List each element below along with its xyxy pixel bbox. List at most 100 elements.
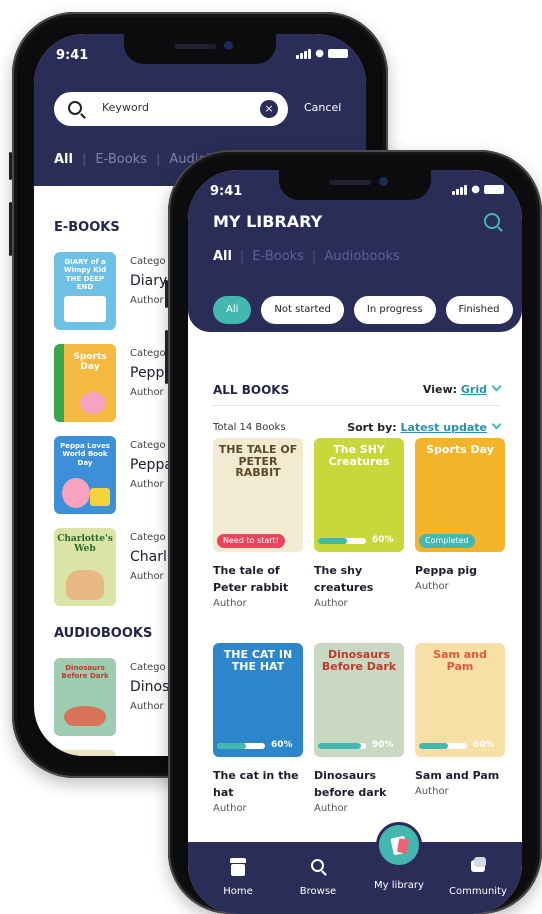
cover-title: THE CAT IN THE HAT bbox=[223, 648, 293, 673]
ebooks-heading: E-BOOKS bbox=[54, 220, 120, 235]
library-tabs: All | E-Books | Audiobooks bbox=[213, 249, 400, 264]
cover-title: DIARY of a Wimpy Kid THE DEEP END bbox=[63, 258, 107, 292]
phone-library-screen: 9:41 ● MY LIBRARY All | E-Books | Audiobooks… bbox=[165, 150, 542, 914]
book-author: Author bbox=[314, 803, 348, 815]
progress-bar: 60% bbox=[419, 740, 501, 752]
cover-title: Sam and Pam bbox=[433, 648, 487, 673]
cover-title: Dinosaurs Before Dark bbox=[61, 664, 109, 681]
cover-title: Charlotte's Web bbox=[57, 534, 113, 554]
page-title: MY LIBRARY bbox=[213, 212, 323, 231]
book-cover: Dinosaurs Before Dark bbox=[54, 658, 116, 736]
chip-all[interactable]: All bbox=[213, 296, 252, 324]
progress-fill bbox=[318, 743, 361, 749]
chip-in-progress[interactable]: In progress bbox=[353, 296, 436, 324]
book-title: Dinosaurs before dark bbox=[314, 769, 387, 800]
nav-browse[interactable]: Browse bbox=[283, 856, 353, 897]
book-cover: DIARY of a Wimpy Kid THE DEEP END bbox=[54, 252, 116, 330]
tab-all[interactable]: All bbox=[54, 152, 73, 167]
search-input[interactable]: Keyword × bbox=[54, 92, 288, 126]
book-cover: Peppa Loves World Book Day bbox=[54, 436, 116, 514]
tab-ebooks[interactable]: E-Books bbox=[95, 152, 147, 167]
cover-title: Sports Day bbox=[426, 443, 494, 456]
tab-audiobooks[interactable]: Audiobooks bbox=[324, 249, 399, 264]
nav-home-label: Home bbox=[223, 886, 253, 897]
status-icons: ● bbox=[452, 184, 504, 195]
book-card[interactable]: THE CAT IN THE HAT 60% The cat in the hat A… bbox=[213, 643, 305, 814]
battery-icon bbox=[484, 185, 504, 194]
search-icon bbox=[68, 101, 82, 115]
notch bbox=[124, 34, 276, 64]
library-screen: 9:41 ● MY LIBRARY All | E-Books | Audiobooks… bbox=[188, 170, 522, 914]
nav-community-label: Community bbox=[449, 886, 507, 897]
book-card[interactable]: The SHY Creatures 60% The shy creatures Aut… bbox=[314, 438, 406, 609]
progress-bar: 60% bbox=[318, 535, 400, 547]
progress-label: 60% bbox=[271, 740, 293, 750]
filter-chips: All Not started In progress Finished bbox=[213, 296, 513, 324]
nav-community[interactable]: Community bbox=[443, 856, 513, 897]
clear-icon[interactable]: × bbox=[260, 100, 278, 118]
view-value[interactable]: Grid bbox=[461, 383, 487, 396]
progress-fill bbox=[217, 743, 246, 749]
book-author: Author bbox=[415, 786, 449, 798]
tab-ebooks[interactable]: E-Books bbox=[252, 249, 304, 264]
book-title: Peppa pig bbox=[415, 564, 478, 577]
book-title: The tale of Peter rabbit bbox=[213, 564, 289, 595]
divider bbox=[213, 405, 500, 406]
book-cover: Charlotte's Web bbox=[54, 528, 116, 606]
wifi-icon: ● bbox=[471, 184, 480, 195]
chevron-down-icon bbox=[491, 419, 502, 430]
all-books-heading: ALL BOOKS bbox=[213, 383, 290, 397]
chip-not-started[interactable]: Not started bbox=[261, 296, 344, 324]
progress-bar: 60% bbox=[217, 740, 299, 752]
status-badge: Completed bbox=[419, 534, 475, 548]
search-icon bbox=[283, 856, 353, 878]
status-badge: Need to start! bbox=[217, 534, 285, 548]
book-cover: The SHY Creatures 60% bbox=[314, 438, 404, 552]
bottom-nav: Home Browse My library Community bbox=[188, 822, 522, 914]
progress-fill bbox=[318, 538, 347, 544]
cover-title: Sports Day bbox=[73, 352, 107, 372]
cover-title: The SHY Creatures bbox=[328, 443, 390, 468]
book-cover: THE TALE OF PETER RABBIT Need to start! bbox=[213, 438, 303, 552]
book-author: Author bbox=[213, 803, 247, 815]
book-cover: Sam and Pam 60% bbox=[415, 643, 505, 757]
cover-title: THE TALE OF PETER RABBIT bbox=[218, 443, 298, 480]
book-title: The shy creatures bbox=[314, 564, 374, 595]
tab-all[interactable]: All bbox=[213, 249, 232, 264]
progress-label: 60% bbox=[372, 535, 394, 545]
nav-home[interactable]: Home bbox=[203, 856, 273, 897]
book-cover bbox=[54, 750, 116, 756]
book-author: Author bbox=[415, 581, 449, 593]
chat-icon bbox=[443, 856, 513, 878]
book-cover: Dinosaurs Before Dark 90% bbox=[314, 643, 404, 757]
progress-label: 90% bbox=[372, 740, 394, 750]
view-selector[interactable]: View: Grid bbox=[423, 381, 502, 396]
nav-library-label: My library bbox=[374, 880, 424, 891]
search-icon[interactable] bbox=[484, 213, 500, 229]
battery-icon bbox=[328, 49, 348, 58]
signal-icon bbox=[452, 184, 468, 195]
chevron-down-icon bbox=[491, 381, 502, 392]
nav-my-library[interactable]: My library bbox=[364, 880, 434, 891]
nav-browse-label: Browse bbox=[299, 886, 337, 897]
audiobooks-heading: AUDIOBOOKS bbox=[54, 626, 153, 641]
wifi-icon: ● bbox=[315, 48, 324, 59]
search-input-value: Keyword bbox=[102, 101, 149, 114]
book-card[interactable]: Dinosaurs Before Dark 90% Dinosaurs before… bbox=[314, 643, 406, 814]
sort-selector[interactable]: Sort by: Latest update bbox=[347, 419, 502, 434]
home-icon bbox=[203, 856, 273, 878]
library-icon[interactable] bbox=[376, 822, 422, 868]
sort-value[interactable]: Latest update bbox=[400, 421, 487, 434]
cover-title: Peppa Loves World Book Day bbox=[60, 442, 110, 467]
chip-finished[interactable]: Finished bbox=[445, 296, 513, 324]
book-card[interactable]: Sam and Pam 60% Sam and Pam Author bbox=[415, 643, 507, 797]
progress-fill bbox=[419, 743, 448, 749]
book-card[interactable]: Sports Day Completed Peppa pig Author bbox=[415, 438, 507, 592]
cancel-button[interactable]: Cancel bbox=[304, 101, 341, 114]
book-card[interactable]: THE TALE OF PETER RABBIT Need to start! Th… bbox=[213, 438, 305, 609]
cover-title: Dinosaurs Before Dark bbox=[321, 648, 397, 673]
book-cover: THE CAT IN THE HAT 60% bbox=[213, 643, 303, 757]
status-icons: ● bbox=[296, 48, 348, 59]
status-time: 9:41 bbox=[210, 184, 243, 199]
status-time: 9:41 bbox=[56, 48, 89, 63]
